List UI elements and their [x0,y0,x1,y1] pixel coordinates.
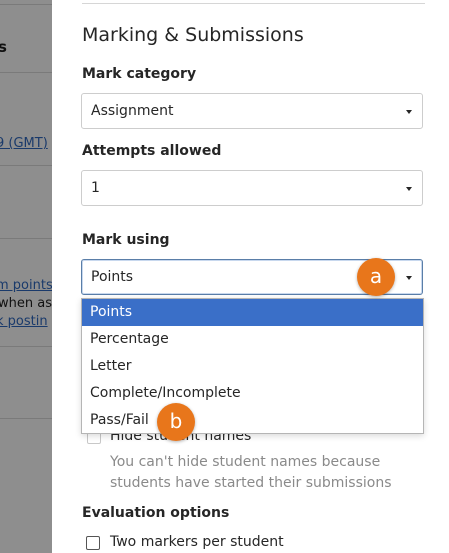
mark-category-value: Assignment [91,103,174,119]
background-link: k postin [0,314,48,329]
background-divider [0,165,52,166]
settings-panel: Marking & Submissions Mark category Assi… [52,0,449,553]
callout-b-marker: b [157,403,195,441]
background-divider [0,72,52,73]
option-label: Letter [90,358,132,374]
option-label: Complete/Incomplete [90,385,241,401]
mark-using-label: Mark using [82,232,170,248]
section-title: Marking & Submissions [82,24,304,46]
dropdown-option-points[interactable]: Points [82,299,423,326]
dropdown-option-percentage[interactable]: Percentage [82,326,423,353]
attempts-allowed-label: Attempts allowed [82,143,222,159]
background-divider [0,238,52,239]
mark-using-value: Points [91,269,134,285]
option-label: Points [90,304,133,320]
dropdown-option-letter[interactable]: Letter [82,353,423,380]
caret-down-icon [406,276,412,280]
background-text: when as [0,296,52,311]
mark-using-dropdown: Points Percentage Letter Complete/Incomp… [81,298,424,434]
mark-category-select[interactable]: Assignment [81,93,423,129]
background-link: 9 (GMT) [0,136,48,151]
callout-a-marker: a [357,258,395,296]
caret-down-icon [406,187,412,191]
dropdown-option-complete-incomplete[interactable]: Complete/Incomplete [82,380,423,407]
two-markers-label: Two markers per student [110,534,284,550]
dropdown-option-pass-fail[interactable]: Pass/Fail [82,407,423,434]
background-link: m points [0,278,52,293]
attempts-allowed-select[interactable]: 1 [81,170,423,206]
panel-divider [82,3,425,4]
hide-student-names-helper: You can't hide student names because stu… [110,454,392,491]
attempts-allowed-value: 1 [91,180,100,196]
two-markers-checkbox[interactable] [86,536,100,550]
background-divider [0,346,52,347]
mark-category-label: Mark category [82,66,197,82]
background-page: s 9 (GMT) m points when as k postin [0,0,52,553]
option-label: Pass/Fail [90,412,149,428]
evaluation-options-label: Evaluation options [82,505,230,521]
option-label: Percentage [90,331,169,347]
background-divider [0,4,52,5]
background-divider [0,418,52,419]
background-text: s [0,38,7,56]
caret-down-icon [406,110,412,114]
